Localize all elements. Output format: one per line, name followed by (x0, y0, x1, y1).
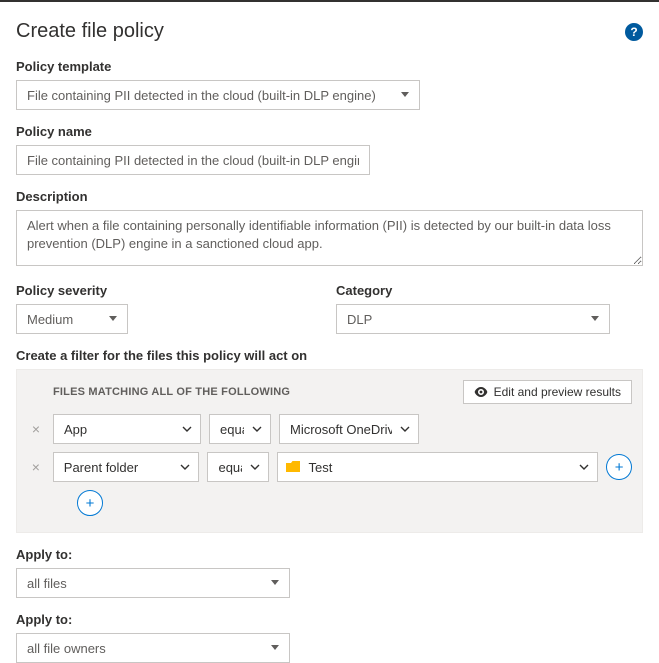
severity-select[interactable]: Medium (16, 304, 128, 334)
filter-panel: FILES MATCHING ALL OF THE FOLLOWING Edit… (16, 369, 643, 533)
apply-to-owners-select[interactable]: all file owners (16, 633, 290, 663)
apply-to-label: Apply to: (16, 547, 643, 562)
filter-row: × App equals Microsoft OneDrive fo... (27, 414, 632, 444)
filter-operator-select[interactable]: equals (209, 414, 271, 444)
apply-to-files-select[interactable]: all files (16, 568, 290, 598)
filter-caption: FILES MATCHING ALL OF THE FOLLOWING (27, 386, 290, 398)
filter-section-label: Create a filter for the files this polic… (16, 348, 643, 363)
remove-filter-icon[interactable]: × (27, 421, 45, 437)
category-label: Category (336, 283, 643, 298)
filter-row: × Parent folder equals Test + (27, 452, 632, 482)
add-filter-row-button[interactable]: + (77, 490, 103, 516)
policy-template-label: Policy template (16, 59, 643, 74)
category-select[interactable]: DLP (336, 304, 610, 334)
filter-operator-select[interactable]: equals (207, 452, 269, 482)
filter-value-folder-select[interactable]: Test (277, 452, 598, 482)
policy-name-input[interactable] (16, 145, 370, 175)
edit-preview-button[interactable]: Edit and preview results (463, 380, 632, 404)
filter-field-select[interactable]: App (53, 414, 201, 444)
filter-value-select[interactable]: Microsoft OneDrive fo... (279, 414, 419, 444)
page-title: Create file policy (16, 20, 164, 43)
policy-template-select[interactable]: File containing PII detected in the clou… (16, 80, 420, 110)
help-icon[interactable]: ? (625, 23, 643, 41)
eye-icon (474, 387, 488, 397)
add-filter-value-button[interactable]: + (606, 454, 632, 480)
filter-field-select[interactable]: Parent folder (53, 452, 200, 482)
edit-preview-label: Edit and preview results (494, 385, 621, 399)
policy-name-label: Policy name (16, 124, 643, 139)
description-textarea[interactable]: Alert when a file containing personally … (16, 210, 643, 266)
remove-filter-icon[interactable]: × (27, 459, 45, 475)
severity-label: Policy severity (16, 283, 316, 298)
description-label: Description (16, 189, 643, 204)
apply-to-label: Apply to: (16, 612, 643, 627)
